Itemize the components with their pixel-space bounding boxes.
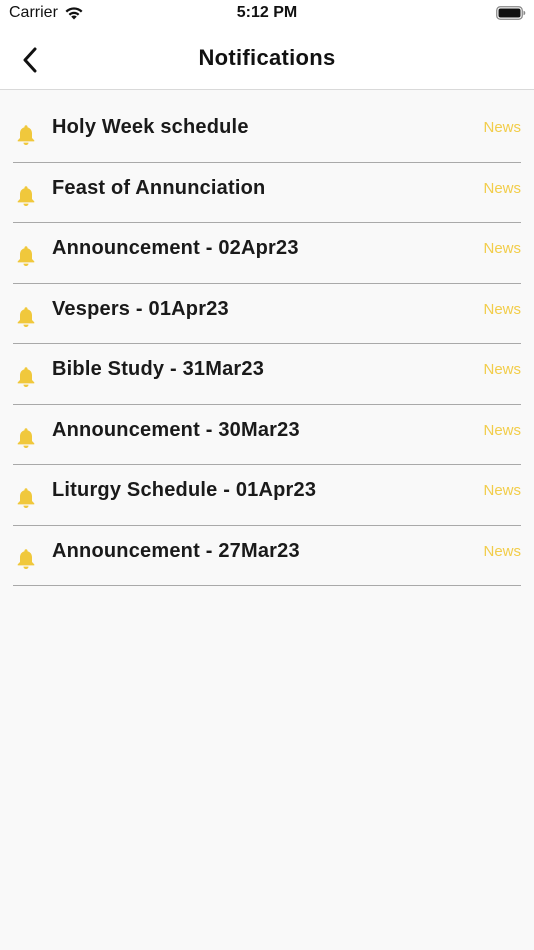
notification-title: Feast of Annunciation — [52, 176, 266, 199]
notification-row[interactable]: Bible Study - 31Mar23 News — [13, 344, 521, 405]
bell-icon — [16, 366, 36, 388]
notification-tag: News — [483, 179, 521, 197]
notification-row[interactable]: Liturgy Schedule - 01Apr23 News — [13, 465, 521, 526]
notification-row[interactable]: Feast of Annunciation News — [13, 163, 521, 223]
notification-row[interactable]: Announcement - 02Apr23 News — [13, 223, 521, 284]
notification-title: Announcement - 30Mar23 — [52, 418, 300, 441]
notification-row[interactable]: Announcement - 30Mar23 News — [13, 405, 521, 465]
notification-title: Announcement - 02Apr23 — [52, 237, 299, 259]
bell-icon — [16, 306, 36, 328]
status-bar: Carrier 5:12 PM — [0, 0, 534, 30]
bell-icon — [16, 487, 36, 509]
notification-title: Liturgy Schedule - 01Apr23 — [52, 479, 317, 501]
bell-icon — [16, 124, 36, 146]
notification-title: Bible Study - 31Mar23 — [52, 358, 265, 380]
bell-icon — [16, 427, 36, 449]
status-time: 5:12 PM — [236, 4, 298, 21]
bell-icon — [16, 548, 36, 570]
navigation-bar: Notifications — [0, 30, 534, 90]
notification-row[interactable]: Holy Week schedule News — [13, 102, 521, 163]
notification-row[interactable]: Vespers - 01Apr23 News — [13, 284, 521, 344]
notification-tag: News — [483, 542, 521, 560]
bell-icon — [16, 245, 36, 267]
notification-tag: News — [483, 240, 521, 257]
notification-tag: News — [483, 421, 521, 439]
notification-tag: News — [483, 119, 521, 136]
notification-title: Vespers - 01Apr23 — [52, 297, 229, 320]
notification-title: Holy Week schedule — [52, 116, 249, 138]
page-title: Notifications — [198, 45, 336, 70]
notification-tag: News — [483, 361, 521, 378]
battery-icon — [496, 6, 526, 20]
notification-title: Announcement - 27Mar23 — [52, 539, 300, 562]
notification-list: Holy Week schedule News Feast of Annunciat… — [0, 102, 534, 586]
notification-row[interactable]: Announcement - 27Mar23 News — [13, 526, 521, 586]
notification-tag: News — [483, 482, 521, 499]
bell-icon — [16, 185, 36, 207]
notification-tag: News — [483, 300, 521, 318]
